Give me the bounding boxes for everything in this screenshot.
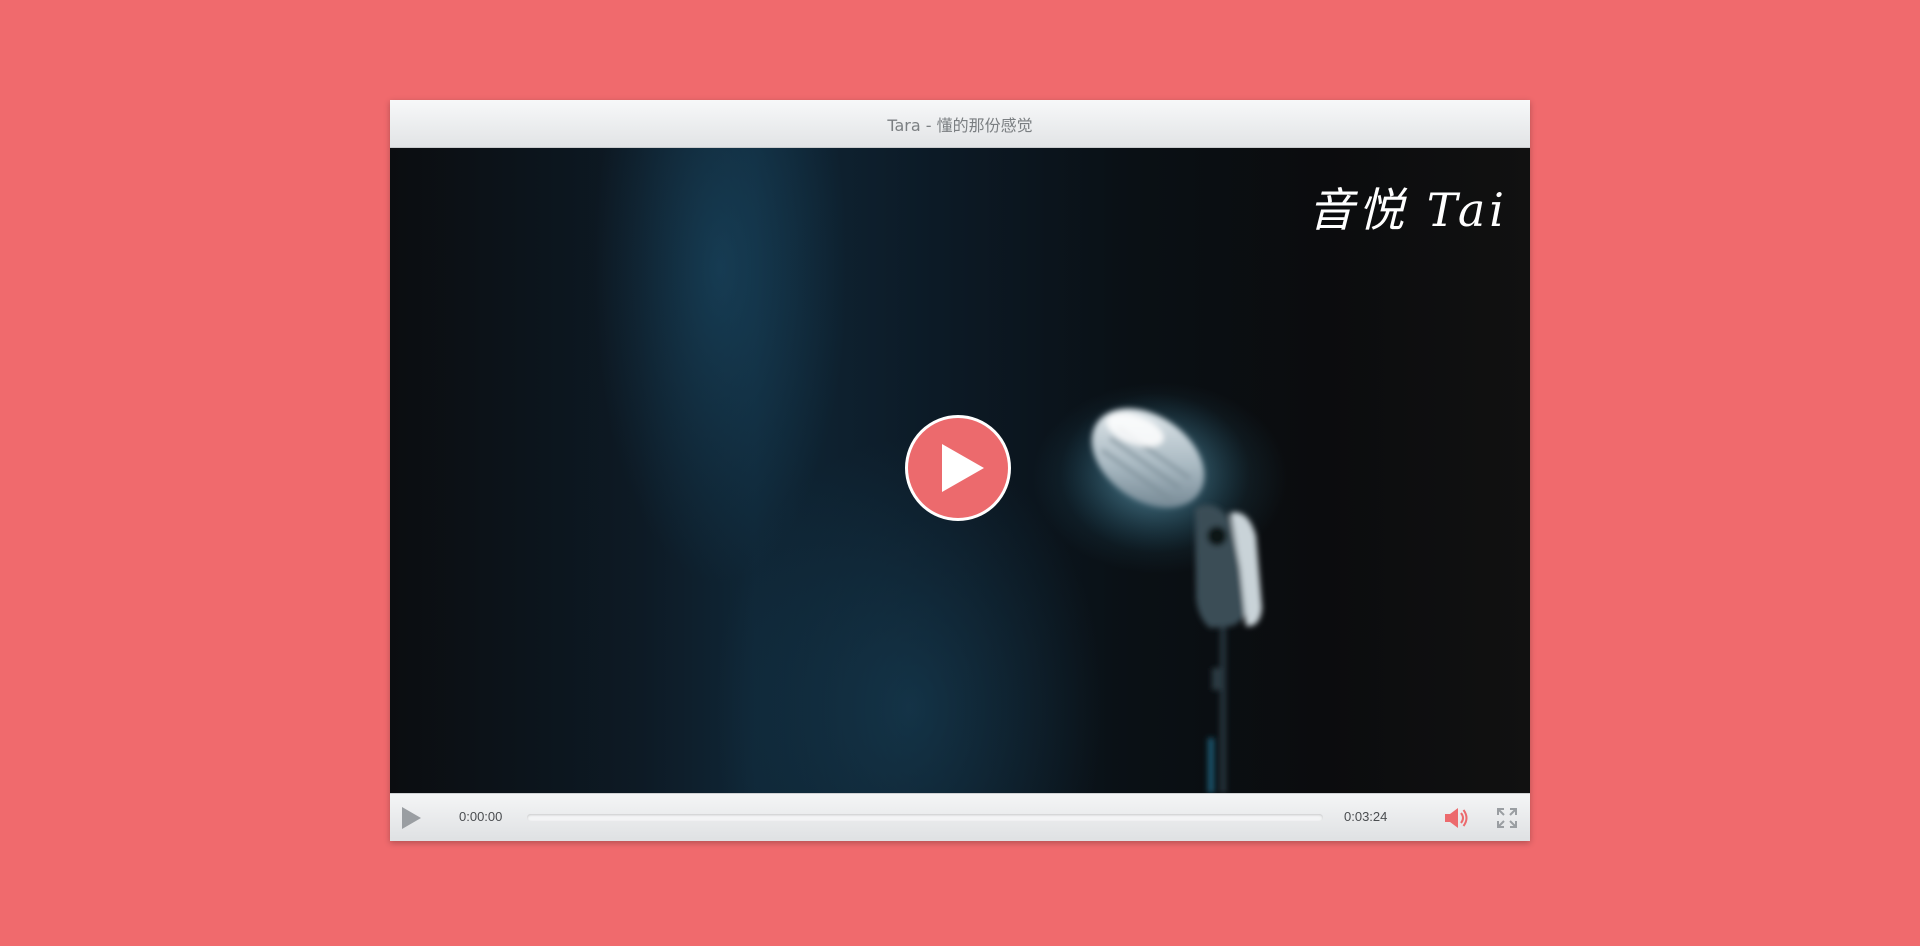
total-time: 0:03:24	[1344, 809, 1388, 824]
video-title-bar: Tara - 懂的那份感觉	[390, 100, 1530, 148]
volume-button[interactable]	[1444, 806, 1470, 830]
play-icon	[942, 444, 984, 492]
play-icon	[402, 807, 421, 829]
video-frame[interactable]: 音悦 Tai	[390, 148, 1530, 793]
control-bar: 0:00:00 0:03:24	[390, 793, 1530, 841]
fullscreen-button[interactable]	[1496, 807, 1518, 829]
progress-bar[interactable]	[527, 814, 1323, 821]
volume-icon	[1445, 808, 1468, 828]
video-player: Tara - 懂的那份感觉 音悦 Tai 0:00:00 0:03:24	[390, 100, 1530, 841]
current-time: 0:00:00	[459, 809, 503, 824]
play-button[interactable]	[400, 806, 424, 830]
big-play-button[interactable]	[905, 415, 1011, 521]
video-title: Tara - 懂的那份感觉	[887, 115, 1033, 135]
channel-watermark: 音悦 Tai	[1308, 183, 1508, 237]
fullscreen-icon	[1497, 808, 1517, 828]
